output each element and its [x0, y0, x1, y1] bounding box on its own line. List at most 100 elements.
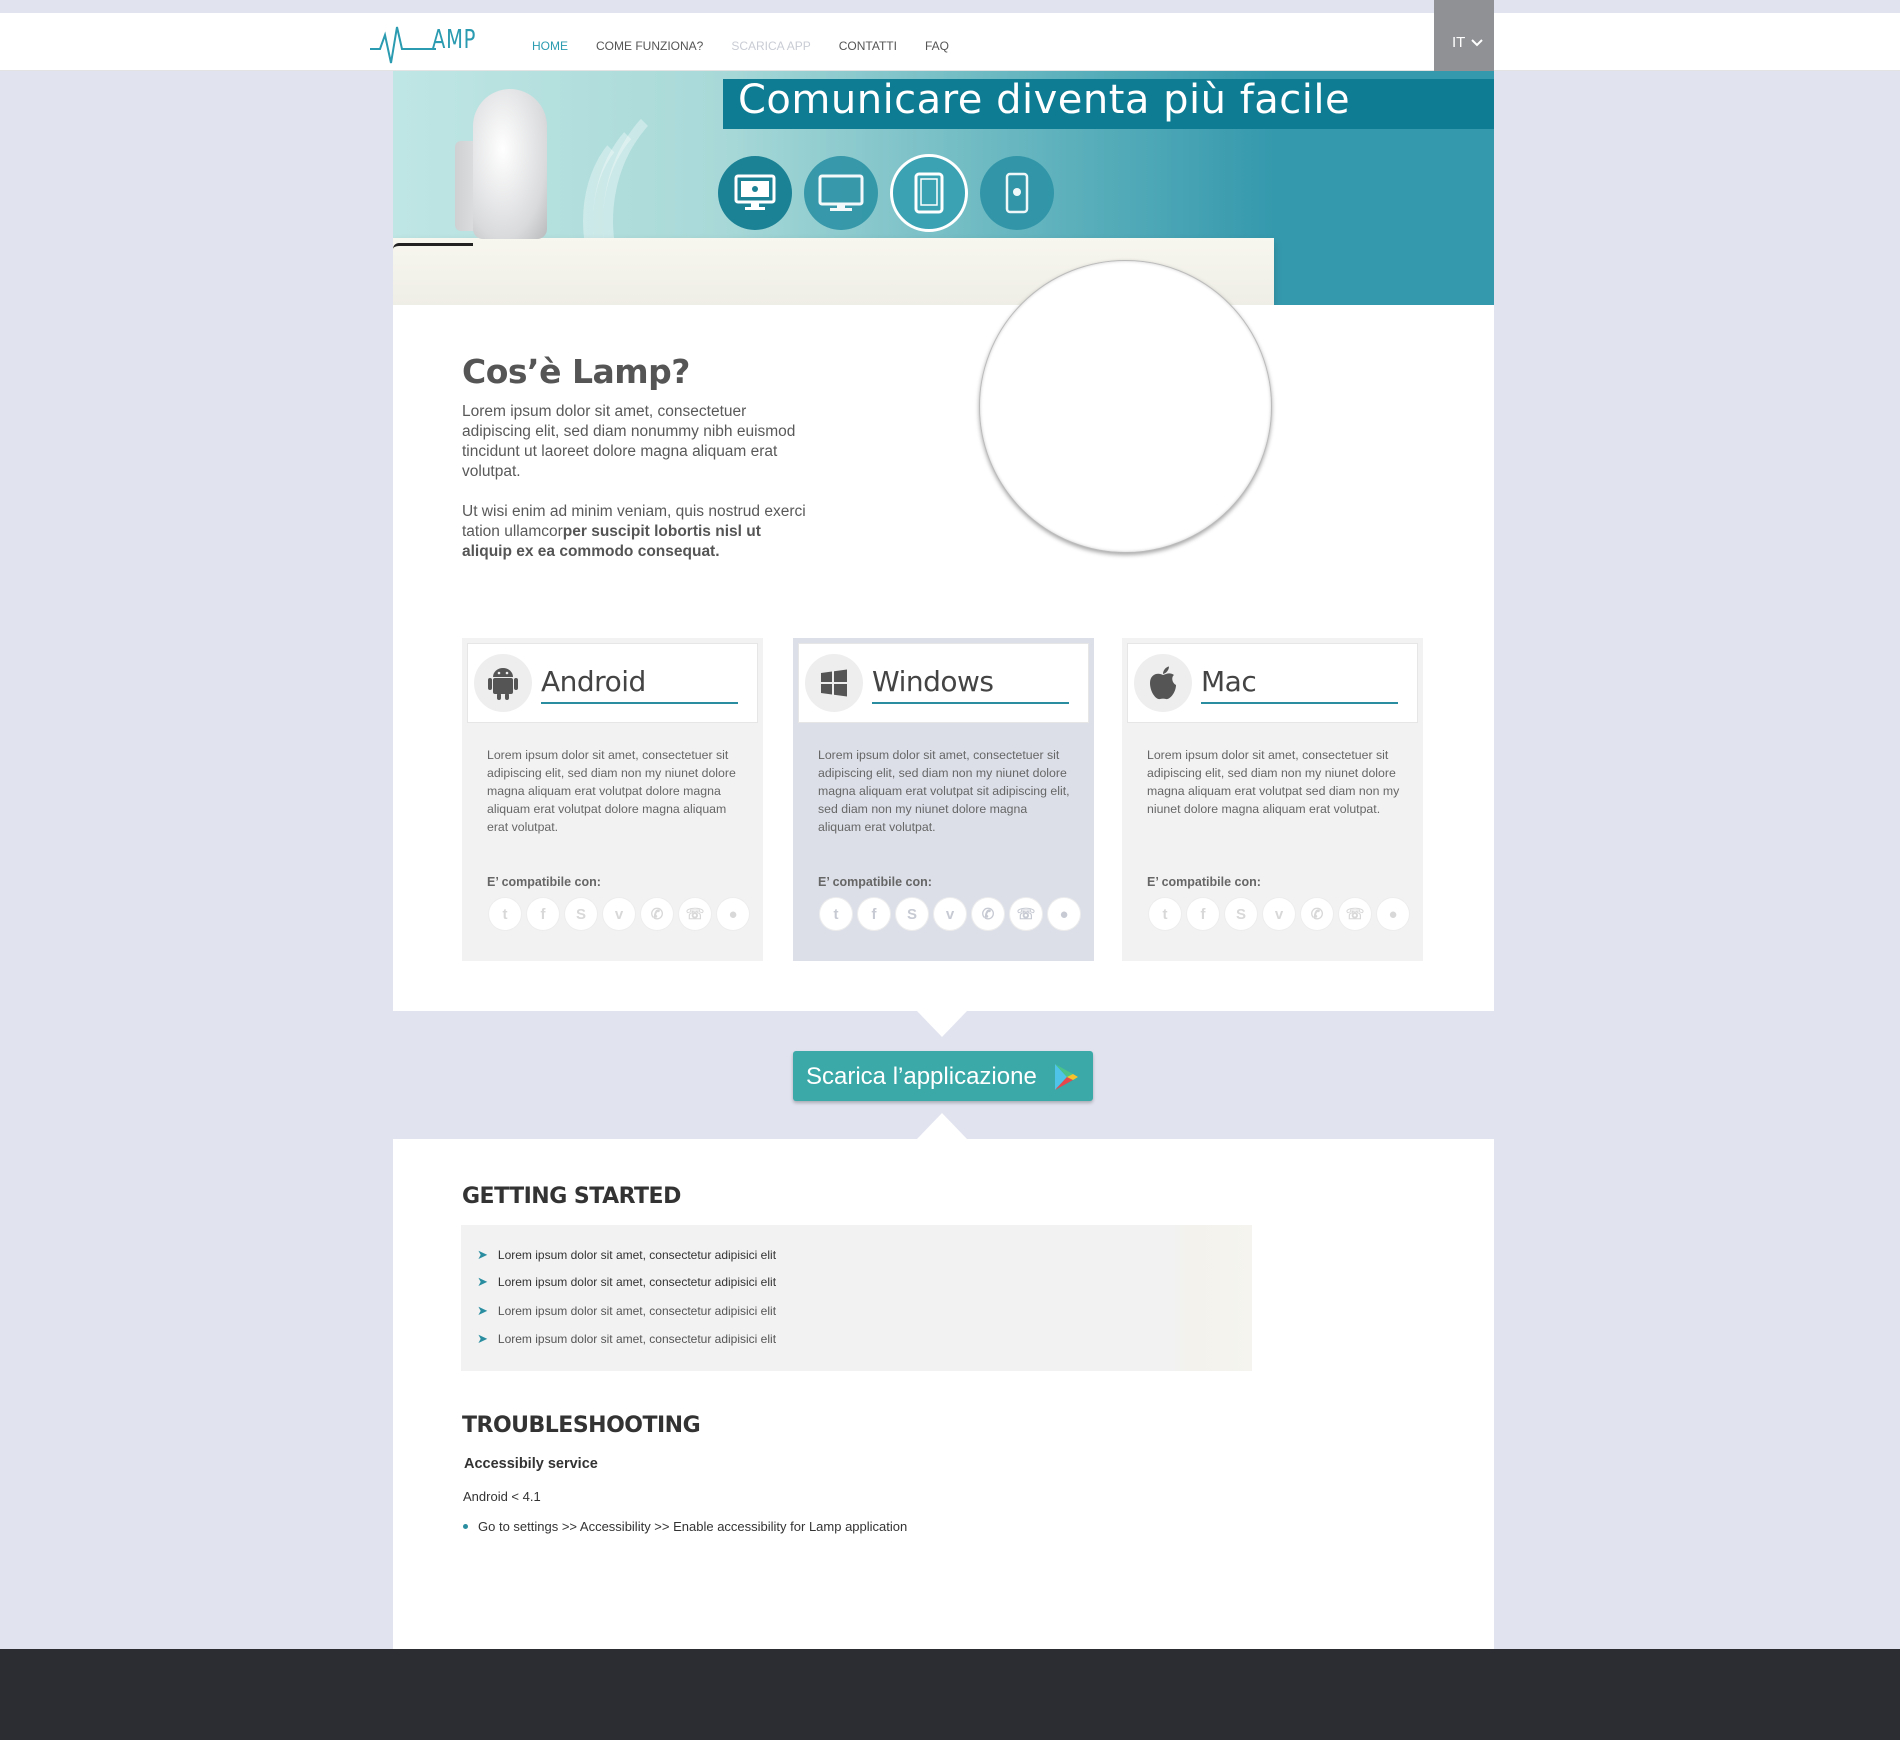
card-underline [541, 702, 738, 704]
card-title: Android [541, 665, 646, 698]
list-item-text: Lorem ipsum dolor sit amet, consectetur … [497, 1332, 777, 1346]
windows-icon [821, 669, 847, 697]
line-icon[interactable]: ● [1048, 898, 1080, 930]
whatsapp-icon[interactable]: ☏ [679, 898, 711, 930]
card-header: Windows [798, 643, 1089, 723]
arrow-right-icon: ➤ [477, 1247, 488, 1262]
logo[interactable]: AMP [370, 21, 480, 65]
main-nav: HOME COME FUNZIONA? SCARICA APP CONTATTI… [532, 39, 977, 53]
lamp-device [473, 89, 547, 239]
card-text: Lorem ipsum dolor sit amet, consectetuer… [1147, 748, 1400, 816]
android-icon-wrap [474, 654, 532, 712]
tablet-button[interactable] [890, 154, 968, 232]
android-icon [488, 668, 518, 700]
card-title: Mac [1201, 665, 1257, 698]
troubleshooting-heading: Accessibily service [464, 1456, 598, 1472]
nav-contatti[interactable]: CONTATTI [839, 39, 897, 53]
phone-icon[interactable]: ✆ [1301, 898, 1333, 930]
nav-home[interactable]: HOME [532, 39, 568, 53]
card-underline [1201, 702, 1398, 704]
compat-apps: t f S v ✆ ☏ ● [489, 898, 755, 930]
google-play-icon [1055, 1064, 1078, 1090]
troubleshooting-title: TROUBLESHOOTING [462, 1413, 701, 1438]
skype-icon[interactable]: S [565, 898, 597, 930]
card-text: Lorem ipsum dolor sit amet, consectetuer… [487, 748, 736, 834]
download-app-button[interactable]: Scarica l’applicazione [793, 1051, 1093, 1101]
arrow-right-icon: ➤ [477, 1274, 488, 1289]
facebook-icon[interactable]: f [1187, 898, 1219, 930]
footer [0, 1649, 1900, 1740]
viber-icon[interactable]: v [603, 898, 635, 930]
secondary-content [393, 1139, 1494, 1649]
top-strip [0, 0, 1900, 13]
viber-icon[interactable]: v [934, 898, 966, 930]
facebook-icon[interactable]: f [858, 898, 890, 930]
skype-icon[interactable]: S [1225, 898, 1257, 930]
skype-icon[interactable]: S [896, 898, 928, 930]
download-app-label: Scarica l’applicazione [806, 1063, 1037, 1090]
platform-card-android: Android Lorem ipsum dolor sit amet, cons… [462, 638, 763, 961]
twitter-icon[interactable]: t [820, 898, 852, 930]
mac-desktop-button[interactable] [718, 156, 792, 230]
card-underline [872, 702, 1069, 704]
getting-started-title: GETTING STARTED [462, 1184, 681, 1209]
twitter-icon[interactable]: t [489, 898, 521, 930]
hero-title: Comunicare diventa più facile [738, 77, 1351, 123]
compat-label: E’ compatibile con: [1147, 875, 1261, 889]
getting-started-list: ➤ Lorem ipsum dolor sit amet, consectetur… [461, 1225, 1252, 1371]
troubleshooting-step: Go to settings >> Accessibility >> Enabl… [463, 1519, 907, 1534]
compat-label: E’ compatibile con: [818, 875, 932, 889]
windows-icon-wrap [805, 654, 863, 712]
notch-up [917, 1113, 967, 1139]
device-icon-row [718, 154, 1066, 232]
apple-icon [1150, 666, 1176, 700]
card-header: Android [467, 643, 758, 723]
list-item: ➤ Lorem ipsum dolor sit amet, consectetur… [477, 1331, 776, 1347]
phone-icon[interactable]: ✆ [641, 898, 673, 930]
compat-apps: t f S v ✆ ☏ ● [820, 898, 1086, 930]
monitor-icon [818, 174, 864, 211]
heartbeat-logo-icon [370, 26, 436, 64]
intro-image-circle [979, 260, 1272, 553]
card-text: Lorem ipsum dolor sit amet, consectetuer… [818, 748, 1070, 834]
nav-scarica-app[interactable]: SCARICA APP [731, 39, 810, 53]
line-icon[interactable]: ● [717, 898, 749, 930]
line-icon[interactable]: ● [1377, 898, 1409, 930]
site-header: AMP HOME COME FUNZIONA? SCARICA APP CONT… [0, 0, 1900, 84]
arrow-right-icon: ➤ [477, 1303, 488, 1318]
phone-icon[interactable]: ✆ [972, 898, 1004, 930]
list-item-text: Lorem ipsum dolor sit amet, consectetur … [497, 1275, 777, 1289]
viber-icon[interactable]: v [1263, 898, 1295, 930]
intro-title: Cos’è Lamp? [462, 352, 690, 391]
whatsapp-icon[interactable]: ☏ [1339, 898, 1371, 930]
android-phone-icon [1005, 172, 1029, 214]
hero-banner: Comunicare diventa più facile [393, 71, 1494, 305]
tablet-icon [914, 172, 944, 214]
card-title: Windows [872, 665, 994, 698]
mac-desktop-icon [734, 174, 776, 210]
platform-card-windows: Windows Lorem ipsum dolor sit amet, cons… [793, 638, 1094, 961]
bullet-icon [463, 1524, 468, 1529]
platform-card-mac: Mac Lorem ipsum dolor sit amet, consecte… [1122, 638, 1423, 961]
intro-paragraph-1: Lorem ipsum dolor sit amet, consectetuer… [462, 403, 796, 480]
list-item: ➤ Lorem ipsum dolor sit amet, consectetur… [477, 1303, 776, 1319]
device-cable [393, 243, 473, 249]
nav-come-funziona[interactable]: COME FUNZIONA? [596, 39, 703, 53]
whatsapp-icon[interactable]: ☏ [1010, 898, 1042, 930]
list-item-text: Lorem ipsum dolor sit amet, consectetur … [497, 1248, 777, 1262]
android-phone-button[interactable] [980, 156, 1054, 230]
troubleshooting-step-text: Go to settings >> Accessibility >> Enabl… [478, 1519, 908, 1534]
intro-paragraph-2: Ut wisi enim ad minim veniam, quis nostr… [462, 502, 812, 562]
facebook-icon[interactable]: f [527, 898, 559, 930]
monitor-button[interactable] [804, 156, 878, 230]
nav-faq[interactable]: FAQ [925, 39, 949, 53]
list-item-text: Lorem ipsum dolor sit amet, consectetur … [497, 1304, 777, 1318]
apple-icon-wrap [1134, 654, 1192, 712]
card-header: Mac [1127, 643, 1418, 723]
list-item: ➤ Lorem ipsum dolor sit amet, consectetur… [477, 1274, 776, 1290]
compat-apps: t f S v ✆ ☏ ● [1149, 898, 1415, 930]
chevron-down-icon [1471, 39, 1483, 47]
logo-text: AMP [432, 25, 477, 55]
twitter-icon[interactable]: t [1149, 898, 1181, 930]
language-label: IT [1452, 34, 1466, 51]
